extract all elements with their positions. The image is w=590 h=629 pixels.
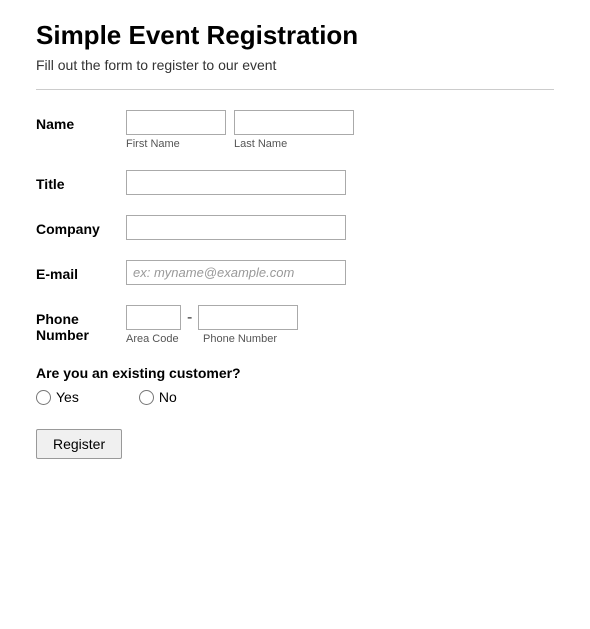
first-name-input[interactable] [126, 110, 226, 135]
yes-radio[interactable] [36, 390, 51, 405]
phone-number-sublabel: Phone Number [203, 333, 277, 345]
existing-customer-question: Are you an existing customer? [36, 365, 554, 381]
email-label: E-mail [36, 260, 126, 282]
no-radio[interactable] [139, 390, 154, 405]
title-input[interactable] [126, 170, 346, 195]
company-controls [126, 215, 554, 240]
phone-inputs: - [126, 305, 554, 330]
name-controls: First Name Last Name [126, 110, 554, 150]
existing-customer-section: Are you an existing customer? Yes No [36, 365, 554, 405]
area-code-sublabel: Area Code [126, 333, 181, 345]
divider [36, 89, 554, 90]
radio-group: Yes No [36, 389, 554, 405]
title-label: Title [36, 170, 126, 192]
phone-number-input[interactable] [198, 305, 298, 330]
yes-label: Yes [56, 389, 79, 405]
no-option[interactable]: No [139, 389, 177, 405]
phone-sublabels: Area Code Phone Number [126, 333, 554, 345]
phone-controls: - Area Code Phone Number [126, 305, 554, 345]
name-label: Name [36, 110, 126, 132]
name-inputs: First Name Last Name [126, 110, 554, 150]
last-name-group: Last Name [234, 110, 354, 150]
company-input[interactable] [126, 215, 346, 240]
company-label: Company [36, 215, 126, 237]
page-subtitle: Fill out the form to register to our eve… [36, 57, 554, 73]
name-row: Name First Name Last Name [36, 110, 554, 150]
company-row: Company [36, 215, 554, 240]
title-row: Title [36, 170, 554, 195]
title-controls [126, 170, 554, 195]
first-name-group: First Name [126, 110, 226, 150]
phone-label: PhoneNumber [36, 305, 126, 343]
last-name-input[interactable] [234, 110, 354, 135]
page-title: Simple Event Registration [36, 20, 554, 51]
register-button[interactable]: Register [36, 429, 122, 459]
last-name-sublabel: Last Name [234, 138, 354, 150]
first-name-sublabel: First Name [126, 138, 226, 150]
area-code-input[interactable] [126, 305, 181, 330]
yes-option[interactable]: Yes [36, 389, 79, 405]
email-controls [126, 260, 554, 285]
phone-row: PhoneNumber - Area Code Phone Number [36, 305, 554, 345]
email-row: E-mail [36, 260, 554, 285]
email-input[interactable] [126, 260, 346, 285]
no-label: No [159, 389, 177, 405]
phone-separator: - [185, 309, 194, 327]
